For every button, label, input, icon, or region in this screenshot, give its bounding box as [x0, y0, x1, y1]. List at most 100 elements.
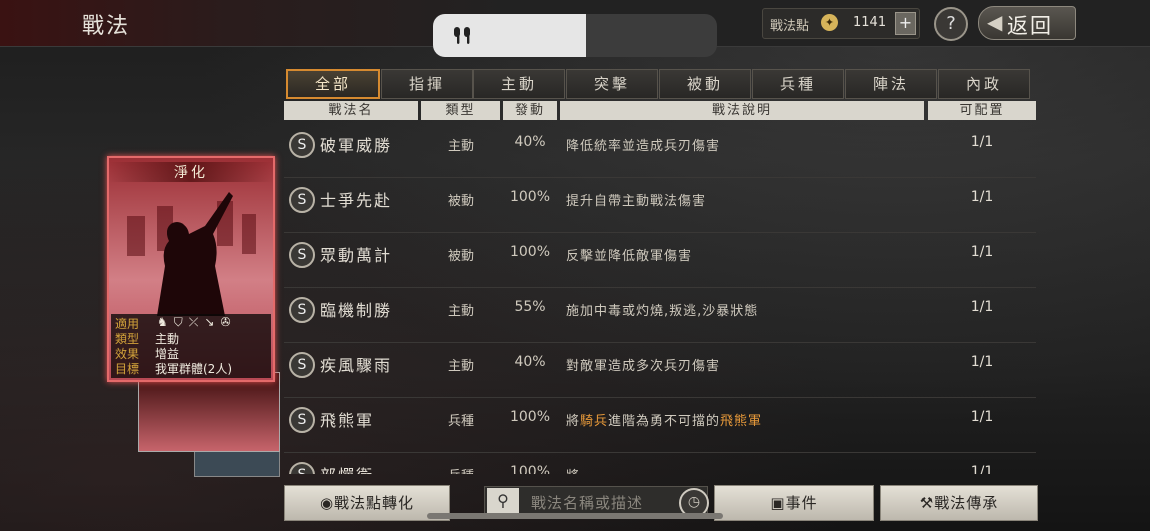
tactic-type: 兵種: [421, 465, 501, 474]
tactic-slot: 1/1: [970, 134, 994, 150]
tactic-desc: 將騎兵進階為勇不可擋的飛熊軍: [566, 410, 762, 429]
column-header-name[interactable]: 戰法名: [284, 101, 418, 120]
tab-all[interactable]: 全部: [286, 69, 380, 99]
tactics-list[interactable]: S 破軍威勝 主動 40% 降低統率並造成兵刃傷害 1/1 S 士爭先赴 被動 …: [284, 122, 1036, 474]
tactic-desc: 反擊並降低敵軍傷害: [566, 249, 693, 264]
grade-badge: S: [289, 352, 315, 378]
cavalry-icon: ♞: [157, 315, 174, 329]
tactic-type: 兵種: [447, 414, 474, 429]
table-row[interactable]: S 士爭先赴 被動 100% 提升自帶主動戰法傷害 1/1: [284, 177, 1036, 233]
card-name: 淨化: [109, 162, 273, 182]
column-header-desc: 戰法說明: [560, 101, 924, 120]
back-arrow-icon: ◀: [987, 10, 1003, 34]
convert-label: 戰法點轉化: [334, 494, 415, 512]
hammer-icon: ⚒: [919, 494, 935, 512]
tactic-rate: 40%: [514, 134, 546, 150]
desc-highlight: 飛熊軍: [720, 414, 763, 429]
home-indicator: [427, 513, 723, 519]
tactic-points-display: 戰法點 ✦ 1141 +: [762, 8, 920, 39]
column-header-rate[interactable]: 發動: [503, 101, 557, 120]
tactic-name: 臨機制勝: [320, 301, 393, 320]
inherit-tactic-button[interactable]: ⚒戰法傳承: [880, 485, 1038, 521]
tactic-name: 眾動萬計: [320, 246, 393, 265]
event-label: 事件: [785, 494, 818, 512]
tab-assault[interactable]: 突擊: [566, 69, 658, 99]
add-points-button[interactable]: +: [895, 12, 916, 35]
table-row[interactable]: S 飛熊軍 兵種 100% 將騎兵進階為勇不可擋的飛熊軍 1/1: [284, 397, 1036, 453]
wheel-icon: ✇: [220, 315, 237, 329]
search-icon[interactable]: ⚲: [487, 488, 519, 514]
tactic-name: 士爭先赴: [320, 191, 393, 210]
tactic-rate: 100%: [509, 189, 551, 205]
desc-text: 進階為勇不可擋的: [608, 414, 721, 429]
convert-points-button[interactable]: ◉戰法點轉化: [284, 485, 450, 521]
tactic-slot: 1/1: [970, 189, 994, 205]
column-header-slot[interactable]: 可配置: [928, 101, 1036, 120]
column-header-type[interactable]: 類型: [421, 101, 500, 120]
inherit-label: 戰法傳承: [934, 494, 999, 512]
tactic-type: 被動: [447, 194, 474, 209]
tab-internal[interactable]: 內政: [938, 69, 1030, 99]
table-row[interactable]: S 臨機制勝 主動 55% 施加中毒或灼燒,叛逃,沙暴狀態 1/1: [284, 287, 1036, 343]
grade-badge: S: [289, 297, 315, 323]
grade-badge: S: [289, 242, 315, 268]
grade-badge: S: [289, 132, 315, 158]
points-label: 戰法點: [770, 19, 810, 34]
bow-icon: ⤫: [188, 315, 205, 329]
tactic-desc: 降低統率並造成兵刃傷害: [566, 139, 721, 154]
tab-passive[interactable]: 被動: [659, 69, 751, 99]
search-input[interactable]: 戰法名稱或描述: [531, 492, 643, 513]
shield-icon: ⛉: [173, 315, 189, 329]
tab-troop[interactable]: 兵種: [752, 69, 844, 99]
tactic-slot: 1/1: [970, 409, 994, 425]
coin-icon: ◉: [319, 494, 335, 512]
desc-highlight: 騎兵: [580, 414, 609, 429]
tactic-name: 破軍威勝: [320, 136, 393, 155]
warrior-illustration: [127, 192, 256, 316]
target-value: 我軍群體(2人): [155, 362, 232, 376]
event-icon: ▣: [770, 494, 786, 512]
unit-icons: ♞⛉⤫↘✇: [157, 315, 237, 330]
tactic-desc: 施加中毒或灼燒,叛逃,沙暴狀態: [566, 304, 759, 319]
card-stack-middle: [138, 372, 280, 452]
target-label: 目標: [115, 362, 140, 376]
tactic-slot: 1/1: [970, 354, 994, 370]
tab-active[interactable]: 主動: [473, 69, 565, 99]
table-row[interactable]: S 破軍威勝 主動 40% 降低統率並造成兵刃傷害 1/1: [284, 122, 1036, 178]
tactic-rate: 100%: [509, 409, 551, 425]
back-label: 返回: [1007, 14, 1053, 38]
spear-icon: ↘: [204, 315, 221, 329]
tactic-rate: 55%: [514, 299, 546, 315]
tactic-rate: 100%: [509, 464, 551, 474]
tactic-type: 主動: [447, 304, 474, 319]
tactic-desc: 將: [566, 465, 580, 474]
tactic-slot: 1/1: [970, 244, 994, 260]
help-button[interactable]: ?: [934, 7, 968, 41]
points-value: 1141: [853, 15, 887, 30]
desc-text: 將: [566, 414, 581, 429]
tab-command[interactable]: 指揮: [381, 69, 473, 99]
selected-tactic-card[interactable]: 淨化 適用 ♞⛉⤫↘✇ 類型 主動 效果 增益 目標 我軍群體(2人): [107, 156, 275, 382]
earbuds-overlay: [433, 14, 717, 57]
tactic-slot: 1/1: [970, 464, 994, 474]
card-info-panel: 適用 ♞⛉⤫↘✇ 類型 主動 效果 增益 目標 我軍群體(2人): [111, 314, 271, 378]
earbuds-icon: [449, 24, 477, 46]
table-row[interactable]: S 疾風驟雨 主動 40% 對敵軍造成多次兵刃傷害 1/1: [284, 342, 1036, 398]
tactic-type: 被動: [447, 249, 474, 264]
tab-formation[interactable]: 陣法: [845, 69, 937, 99]
tactic-desc: 提升自帶主動戰法傷害: [566, 194, 707, 209]
tactic-type: 主動: [447, 139, 474, 154]
tactic-name: 疾風驟雨: [320, 356, 393, 375]
tactic-desc: 對敵軍造成多次兵刃傷害: [566, 359, 721, 374]
tactic-type: 主動: [447, 359, 474, 374]
table-row[interactable]: S 部憚衛 兵種 100% 將 1/1: [284, 452, 1036, 474]
table-row[interactable]: S 眾動萬計 被動 100% 反擊並降低敵軍傷害 1/1: [284, 232, 1036, 288]
page-title: 戰法: [82, 14, 131, 39]
grade-badge: S: [289, 462, 315, 474]
points-coin-icon: ✦: [821, 14, 838, 31]
tactic-rate: 40%: [514, 354, 546, 370]
grade-badge: S: [289, 407, 315, 433]
event-button[interactable]: ▣事件: [714, 485, 874, 521]
tactic-rate: 100%: [509, 244, 551, 260]
back-button[interactable]: ◀ 返回: [978, 6, 1076, 40]
